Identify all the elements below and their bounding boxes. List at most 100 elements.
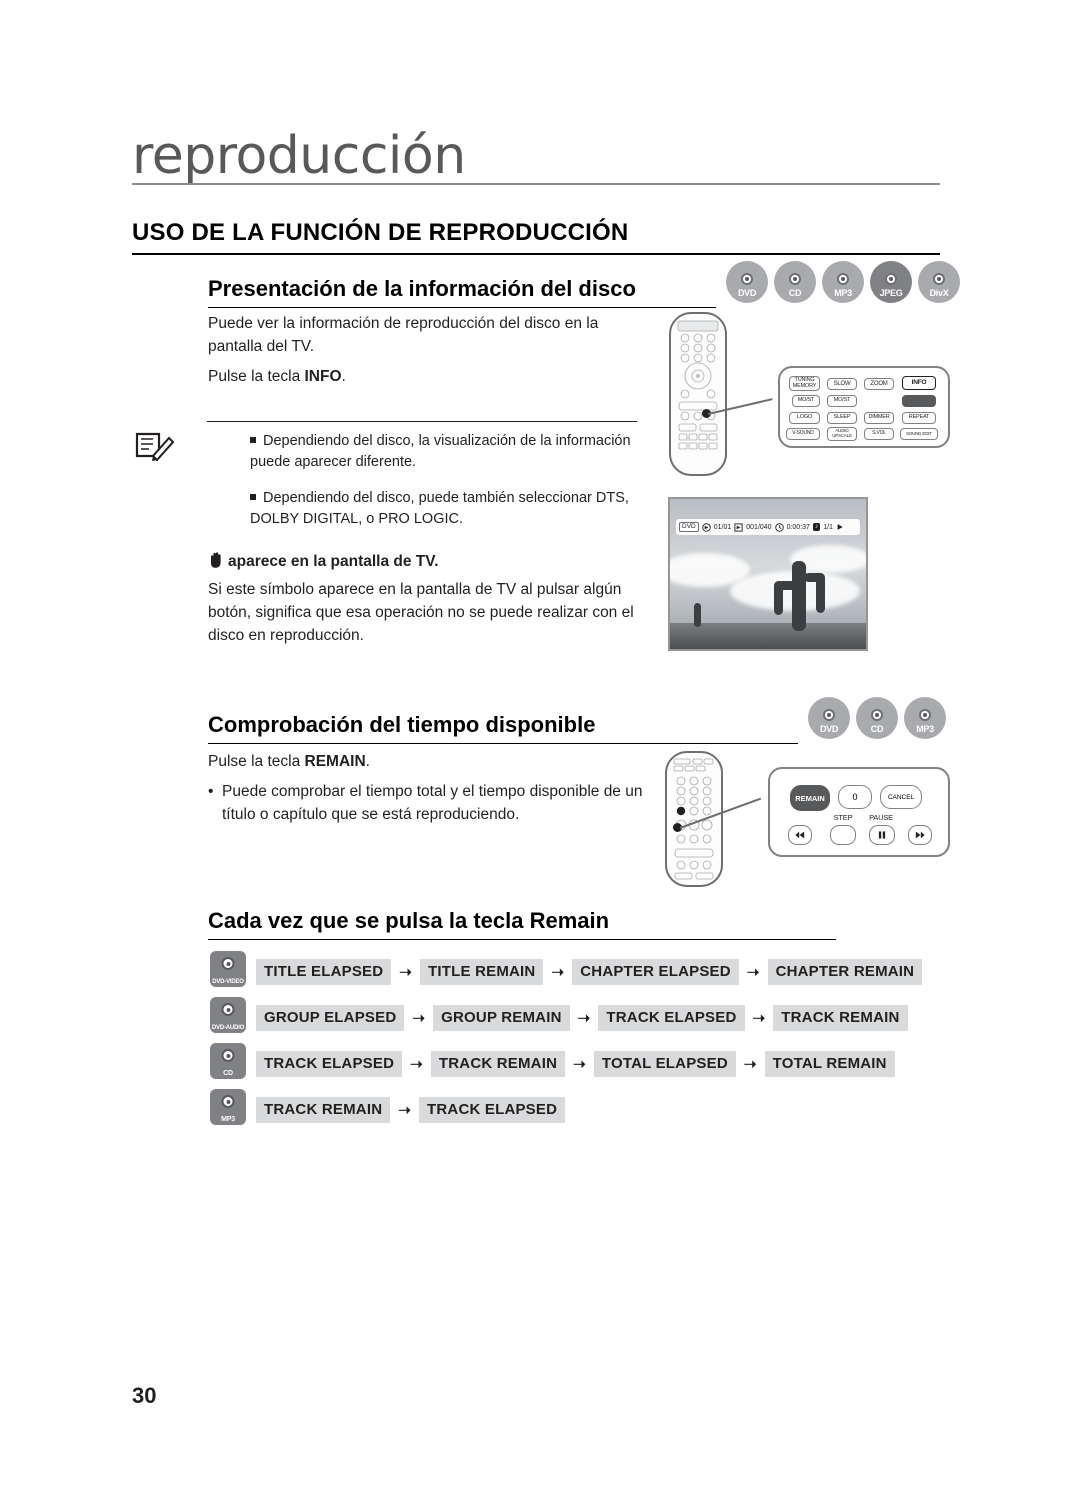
disc-info-paragraph-1: Puede ver la información de reproducción… xyxy=(208,315,599,355)
disc-hole-icon xyxy=(885,273,897,285)
key-step[interactable] xyxy=(830,825,856,845)
sequence-step: TRACK ELAPSED xyxy=(419,1097,566,1123)
sequence-step: TRACK REMAIN xyxy=(773,1005,908,1031)
remain-paragraph: Pulse la tecla REMAIN. xyxy=(208,750,638,773)
remote-control-illustration-bottom xyxy=(665,751,723,887)
tv-cactus-arm xyxy=(774,581,783,615)
sequence-step: TRACK ELAPSED xyxy=(598,1005,745,1031)
disc-hole-icon xyxy=(741,273,753,285)
key-repeat[interactable]: REPEAT xyxy=(902,412,936,424)
disc-hole-icon xyxy=(221,1003,235,1016)
disc-hole-icon xyxy=(221,1095,235,1108)
key-v-sound[interactable]: V-SOUND xyxy=(786,428,820,440)
sequence-step: CHAPTER ELAPSED xyxy=(572,959,739,985)
tv-ground xyxy=(670,623,866,649)
note-item-1: Dependiendo del disco, la visualización … xyxy=(250,431,640,473)
key-info[interactable]: INFO xyxy=(902,376,936,390)
mini-badge-cd: CD xyxy=(210,1043,246,1079)
osd-title-icon xyxy=(702,522,711,532)
header-divider xyxy=(132,183,940,185)
osd-disc-type: DVD xyxy=(679,521,699,533)
key-dimmer[interactable]: DIMMER xyxy=(864,412,894,424)
key-tuning-memory[interactable]: TUNING MEMORY xyxy=(789,376,820,391)
info-button-callout: TUNING MEMORY SLOW ZOOM INFO MO/ST MO/ST … xyxy=(778,366,950,448)
key-sound-edit[interactable]: SOUND EDIT xyxy=(900,428,938,440)
disc-badge-label: MP3 xyxy=(916,724,934,734)
sequence-arrow-icon: ➝ xyxy=(746,964,760,981)
key-audio-upscale[interactable]: AUDIO UPSCALE xyxy=(827,427,857,441)
subsection-remain-table-divider xyxy=(208,939,836,940)
key-move[interactable]: MO/ST xyxy=(827,395,857,407)
pause-label: PAUSE xyxy=(869,813,893,822)
remain-sequence-row-mp3: TRACK REMAIN ➝ TRACK ELAPSED xyxy=(256,1097,566,1123)
mini-badge-label: MP3 xyxy=(221,1116,235,1123)
key-remain[interactable]: REMAIN xyxy=(790,785,830,811)
hand-forbidden-icon xyxy=(208,551,224,569)
sequence-step: GROUP REMAIN xyxy=(433,1005,570,1031)
sequence-arrow-icon: ➝ xyxy=(551,964,565,981)
remain-key-suffix: . xyxy=(365,753,370,770)
key-skip-forward[interactable] xyxy=(908,825,932,845)
sequence-step: TRACK REMAIN xyxy=(256,1097,391,1123)
disc-hole-icon xyxy=(837,273,849,285)
section-title: USO DE LA FUNCIÓN DE REPRODUCCIÓN xyxy=(132,219,629,246)
subsection-disc-info-divider xyxy=(208,307,716,308)
sequence-arrow-icon: ➝ xyxy=(573,1056,586,1073)
disc-badge-label: MP3 xyxy=(834,288,852,298)
disc-badge-cd: CD xyxy=(774,261,816,303)
disc-badge-label: JPEG xyxy=(879,288,903,298)
disc-hole-icon xyxy=(789,273,801,285)
key-slow[interactable]: SLOW xyxy=(827,378,857,390)
key-sleep[interactable]: SLEEP xyxy=(827,412,857,424)
disc-badge-dvd: DVD xyxy=(808,697,850,739)
disc-badge-mp3: MP3 xyxy=(822,261,864,303)
tv-cactus xyxy=(792,561,806,631)
remain-sequence-row-dvd-video: TITLE ELAPSED ➝ TITLE REMAIN ➝ CHAPTER E… xyxy=(256,959,923,985)
press-key-prefix: Pulse la tecla xyxy=(208,368,305,385)
subsection-remain-title: Comprobación del tiempo disponible xyxy=(208,712,596,737)
remain-sequence-row-cd: TRACK ELAPSED ➝ TRACK REMAIN ➝ TOTAL ELA… xyxy=(256,1051,895,1077)
tv-osd-bar: DVD 01/01 001/040 0:00:37 ♪ 1/1 xyxy=(676,519,860,535)
sequence-step: TITLE REMAIN xyxy=(420,959,544,985)
mini-badge-label: DVD-AUDIO xyxy=(211,1025,245,1031)
disc-badge-jpeg: JPEG xyxy=(870,261,912,303)
disc-badge-label: DivX xyxy=(929,288,949,298)
osd-chapter-index: 001/040 xyxy=(746,523,772,531)
sequence-step: GROUP ELAPSED xyxy=(256,1005,405,1031)
press-key-suffix: . xyxy=(341,368,346,385)
mini-badge-mp3: MP3 xyxy=(210,1089,246,1125)
osd-clock-icon xyxy=(774,522,784,532)
symbol-heading-text: aparece en la pantalla de TV. xyxy=(228,553,439,570)
page-number: 30 xyxy=(132,1383,157,1408)
sequence-step: TRACK ELAPSED xyxy=(256,1051,403,1077)
disc-hole-icon xyxy=(221,1049,235,1062)
press-key-name: INFO xyxy=(304,368,342,385)
key-s-vol[interactable]: S.VOL xyxy=(864,428,894,440)
key-skip-back[interactable] xyxy=(788,825,812,845)
remain-bullet: • Puede comprobar el tiempo total y el t… xyxy=(208,780,644,826)
key-zoom[interactable]: ZOOM xyxy=(864,378,894,390)
chapter-title: reproducción xyxy=(132,126,466,186)
disc-hole-icon xyxy=(871,709,883,721)
sequence-step: TITLE ELAPSED xyxy=(256,959,392,985)
note-divider xyxy=(207,421,637,422)
manual-page: reproducción USO DE LA FUNCIÓN DE REPROD… xyxy=(0,0,1080,1492)
key-mo-st[interactable]: MO/ST xyxy=(792,395,820,407)
key-zero[interactable]: 0 xyxy=(838,785,872,809)
remote-control-illustration-top xyxy=(669,312,727,476)
remain-key-prefix: Pulse la tecla xyxy=(208,753,305,770)
sequence-step: CHAPTER REMAIN xyxy=(767,959,923,985)
disc-badge-label: CD xyxy=(870,724,884,734)
disc-badge-row-info: DVD CD MP3 JPEG DivX xyxy=(726,261,960,303)
key-info-indicator[interactable] xyxy=(902,395,936,407)
remain-bullet-text: Puede comprobar el tiempo total y el tie… xyxy=(222,783,643,823)
key-cancel[interactable]: CANCEL xyxy=(880,785,922,809)
osd-audio: 1/1 xyxy=(823,523,833,531)
disc-info-paragraph-2: Pulse la tecla INFO. xyxy=(208,365,638,388)
key-logo[interactable]: LOGO xyxy=(789,412,820,424)
disc-badge-label: DVD xyxy=(819,724,839,734)
key-pause[interactable] xyxy=(869,825,895,845)
subsection-remain-table-title: Cada vez que se pulsa la tecla Remain xyxy=(208,908,610,933)
note-item-2-text: Dependiendo del disco, puede también sel… xyxy=(250,490,629,527)
mini-badge-label: DVD-VIDEO xyxy=(212,979,244,985)
